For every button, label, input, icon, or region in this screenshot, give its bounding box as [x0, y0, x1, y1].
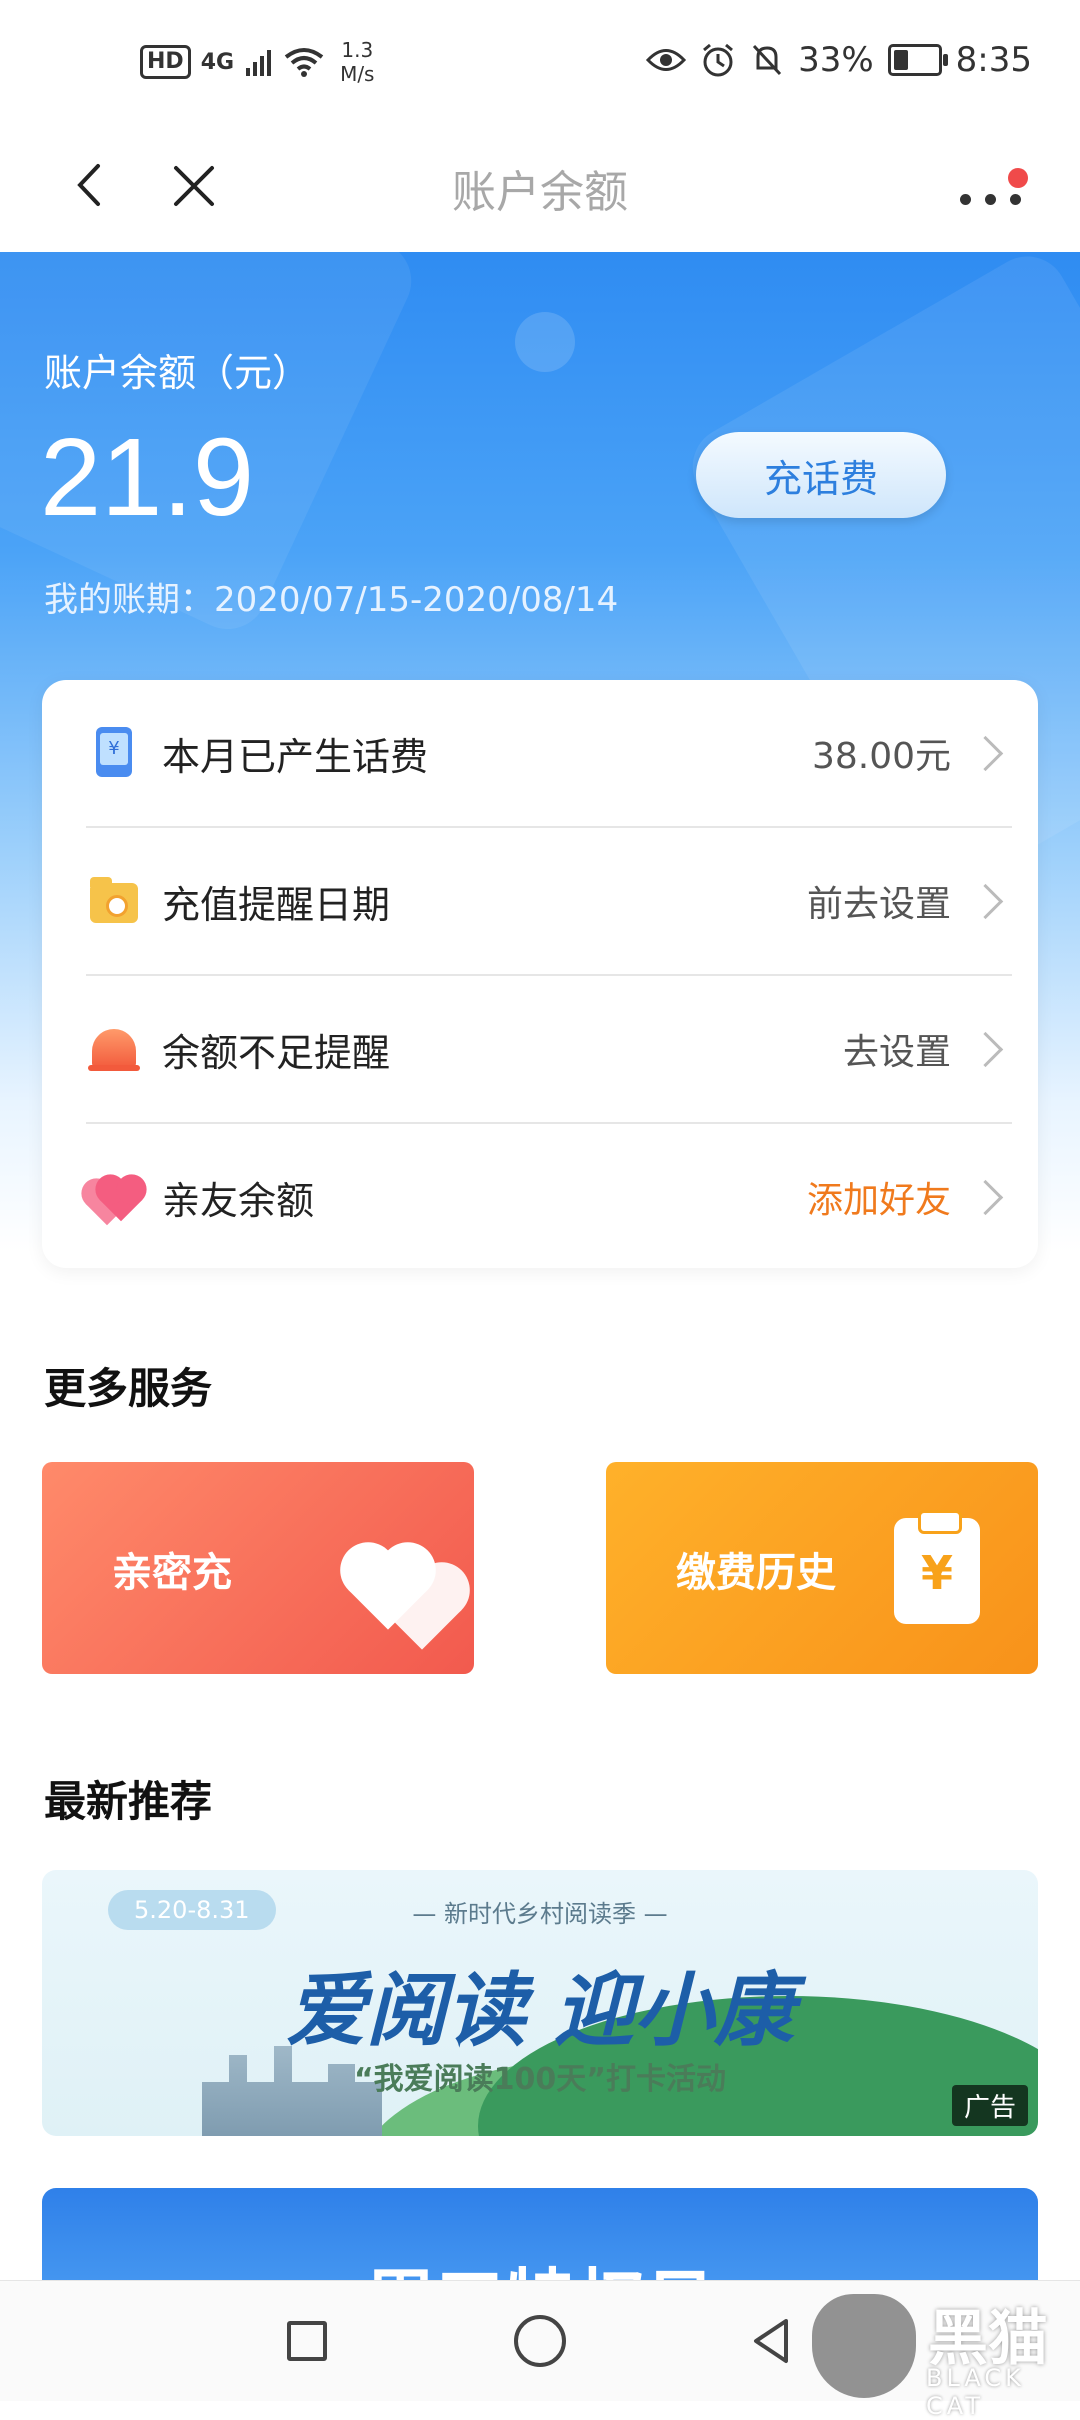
row-label: 充值提醒日期 [162, 882, 391, 927]
phone-bill-icon: ¥ [86, 725, 142, 781]
hearts-icon [348, 1522, 462, 1650]
nav-bar: 账户余额 [0, 120, 1080, 254]
service-intimate-recharge[interactable]: 亲密充 [42, 1462, 474, 1674]
network-type: 4G [200, 49, 235, 75]
section-title-more-services: 更多服务 [44, 1364, 213, 1413]
row-recharge-reminder[interactable]: 充值提醒日期 前去设置 [86, 828, 1012, 974]
watermark-subtext: BLACK CAT [926, 2364, 1025, 2420]
row-label: 本月已产生话费 [162, 734, 429, 779]
eye-icon [646, 49, 687, 71]
chevron-right-icon [967, 1179, 1004, 1215]
chevron-right-icon [967, 883, 1004, 919]
row-monthly-charges[interactable]: ¥ 本月已产生话费 38.00元 [86, 680, 1012, 826]
more-dots-icon [960, 194, 1021, 205]
decor-bubble [515, 312, 575, 372]
billing-period: 我的账期：2020/07/15-2020/08/14 [44, 580, 619, 620]
chevron-right-icon [967, 735, 1004, 771]
promo-banner-reading[interactable]: 5.20-8.31 — 新时代乡村阅读季 — 爱阅读 迎小康 “我爱阅读100天… [42, 1870, 1038, 2136]
banner-headline: 爱阅读 迎小康 [286, 1963, 794, 2057]
row-value: 去设置 [842, 1032, 951, 1073]
balance-value: 21.9 [40, 416, 255, 539]
battery-icon [887, 44, 948, 76]
wifi-icon [284, 48, 324, 77]
cat-logo-icon [812, 2294, 916, 2398]
banner-cta: “我爱阅读100天”打卡活动 [353, 2062, 727, 2097]
speed-unit: M/s [340, 62, 375, 86]
ad-tag: 广告 [951, 2085, 1028, 2126]
account-options-card: ¥ 本月已产生话费 38.00元 充值提醒日期 前去设置 余额不足提醒 去设置 … [42, 680, 1038, 1268]
banner-subtitle: — 新时代乡村阅读季 — [412, 1900, 668, 1928]
hearts-icon [85, 1169, 143, 1226]
notification-dot [1008, 168, 1028, 188]
clock: 8:35 [955, 40, 1032, 80]
network-speed: 1.3 M/s [340, 38, 374, 86]
system-back-button[interactable] [746, 2315, 798, 2367]
status-left: HD 4G 1.3 M/s [140, 38, 374, 86]
status-right: 33% 8:35 [646, 40, 1032, 80]
row-low-balance-alert[interactable]: 余额不足提醒 去设置 [86, 976, 1012, 1122]
speed-value: 1.3 [341, 38, 374, 62]
row-label: 余额不足提醒 [162, 1030, 391, 1075]
service-label: 缴费历史 [676, 1550, 836, 1596]
page-title: 账户余额 [452, 167, 628, 218]
battery-fill [893, 50, 908, 70]
calendar-clock-icon [86, 873, 142, 929]
watermark-logo: 黑猫 BLACK CAT [808, 2290, 1068, 2420]
chevron-right-icon [967, 1031, 1004, 1067]
bell-icon [86, 1021, 142, 1077]
mute-bell-icon [752, 44, 782, 76]
status-bar: HD 4G 1.3 M/s 33% 8:35 [0, 0, 1080, 120]
row-value: 38.00元 [811, 736, 951, 777]
hd-badge: HD [140, 45, 191, 79]
row-family-balance[interactable]: 亲友余额 添加好友 [85, 1124, 1012, 1270]
signal-icon [246, 50, 272, 76]
recent-apps-button[interactable] [287, 2321, 327, 2361]
row-value: 前去设置 [806, 884, 951, 925]
more-menu-button[interactable] [950, 150, 1040, 220]
service-payment-history[interactable]: 缴费历史 ¥ [606, 1462, 1038, 1674]
recharge-button[interactable]: 充话费 [696, 432, 946, 518]
row-label: 亲友余额 [162, 1178, 315, 1223]
balance-label: 账户余额（元） [44, 351, 311, 395]
alarm-icon [703, 43, 734, 77]
service-label: 亲密充 [112, 1550, 232, 1596]
add-friend-link: 添加好友 [806, 1180, 951, 1221]
section-title-recommend: 最新推荐 [44, 1777, 213, 1826]
clipboard-yen-icon: ¥ [894, 1510, 980, 1624]
battery-percent: 33% [798, 40, 874, 80]
home-button[interactable] [514, 2315, 566, 2367]
